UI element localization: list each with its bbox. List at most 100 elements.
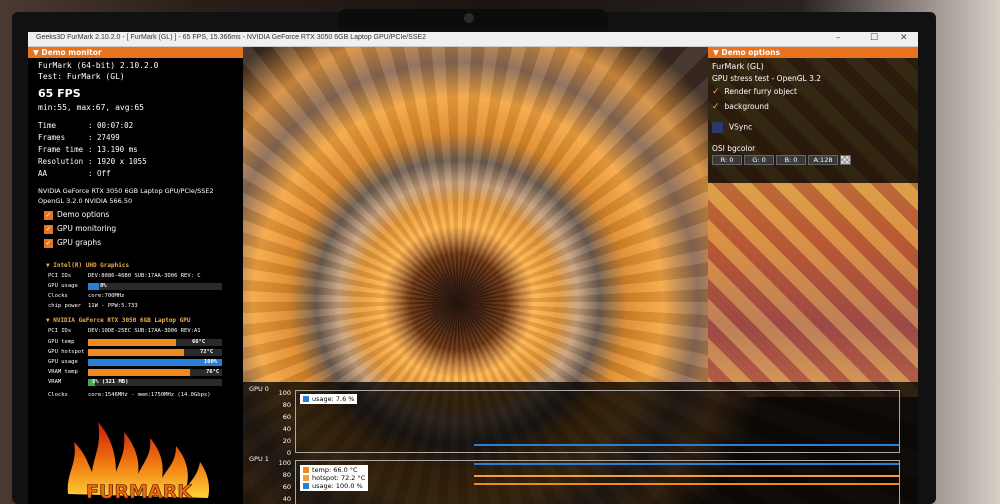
webcam-icon	[464, 13, 474, 23]
blue-input[interactable]: B: 0	[776, 155, 806, 165]
stat-value: : 1920 x 1055	[88, 157, 147, 166]
pci-value: DEV:10DE-25EC SUB:17AA-3D06 REV:A1	[88, 328, 201, 334]
legend-swatch	[303, 475, 309, 481]
usage-line	[474, 444, 899, 446]
stat-value: : Off	[88, 169, 111, 178]
bar-value: 100%	[204, 359, 218, 365]
clocks-label: Clocks	[48, 293, 68, 299]
pci-label: PCI IDs	[48, 328, 72, 334]
opengl-version: OpenGL 3.2.0 NVIDIA 566.50	[38, 197, 133, 205]
stat-label: Frame time	[38, 145, 84, 154]
demo-options-panel: ▼ Demo options FurMark (GL) GPU stress t…	[708, 47, 918, 382]
fps-stats: min:55, max:67, avg:65	[38, 103, 144, 112]
y-tick: 40	[282, 425, 291, 433]
gpu0-legend: usage: 7.6 %	[300, 394, 358, 404]
app-version: FurMark (64-bit) 2.10.2.0	[38, 61, 159, 70]
demo-monitor-header[interactable]: ▼ Demo monitor	[28, 47, 243, 58]
bar-value: 76°C	[206, 369, 220, 375]
gpu-usage-label: GPU usage	[48, 283, 78, 289]
bar-fill	[88, 359, 222, 366]
clocks-value: core:1546MHz - mem:1750MHz (14.0Gbps)	[88, 392, 211, 398]
nvidia-gpu-header[interactable]: ▼ NVIDIA GeForce RTX 3050 6GB Laptop GPU	[46, 317, 191, 324]
render-furry-checkbox[interactable]: ✓ Render furry object	[712, 87, 797, 97]
temp-line	[474, 483, 899, 485]
check-icon: ✓	[44, 224, 53, 234]
legend-swatch	[303, 483, 309, 489]
usage-line	[474, 463, 899, 465]
gpu-hotspot-bar: 72°C	[88, 349, 222, 356]
pci-label: PCI IDs	[48, 273, 72, 279]
gpu1-plot: temp: 66.0 °C hotspot: 72.2 °C usage: 10…	[295, 460, 900, 504]
gpu-usage-label: GPU usage	[48, 359, 78, 365]
gpu-name: NVIDIA GeForce RTX 3050 6GB Laptop GPU/P…	[38, 187, 214, 195]
close-button[interactable]: ✕	[900, 33, 908, 43]
gpu-temp-label: GPU temp	[48, 339, 75, 345]
gpu-graphs-checkbox[interactable]: ✓ GPU graphs	[44, 238, 101, 248]
alpha-input[interactable]: A:128	[808, 155, 838, 165]
stat-value: : 13.190 ms	[88, 145, 138, 154]
stat-label: Resolution	[38, 157, 84, 166]
demo-options-checkbox[interactable]: ✓ Demo options	[44, 210, 109, 220]
check-icon: ✓	[712, 102, 720, 112]
minimize-button[interactable]: –	[836, 33, 841, 43]
bar-value: 5% (321 MB)	[92, 379, 129, 385]
gpu-monitoring-checkbox[interactable]: ✓ GPU monitoring	[44, 224, 116, 234]
pci-value: DEV:8086-46B0 SUB:17AA-3D06 REV: C	[88, 273, 201, 279]
usage-value: 8%	[100, 283, 107, 289]
legend-swatch	[303, 396, 309, 402]
check-icon: ✓	[44, 210, 53, 220]
demo-name: FurMark (GL)	[712, 62, 764, 71]
window-title: Geeks3D FurMark 2.10.2.0 - [ FurMark (GL…	[36, 34, 427, 41]
gpu-temp-bar: 66°C	[88, 339, 222, 346]
legend-swatch	[303, 467, 309, 473]
vsync-checkbox[interactable]: VSync	[712, 122, 752, 133]
vram-label: VRAM	[48, 379, 62, 385]
gpu-usage-bar: 100%	[88, 359, 222, 366]
chip-power-label: chip power	[48, 303, 82, 309]
y-tick: 100	[278, 389, 291, 397]
gpu-graphs-panel: GPU 0 100 80 60 40 20 0 usage: 7.6 % GPU…	[243, 382, 918, 504]
green-input[interactable]: G: 0	[744, 155, 774, 165]
stat-label: Frames	[38, 133, 66, 142]
stat-value: : 00:07:02	[88, 121, 134, 130]
unchecked-box-icon	[712, 122, 723, 133]
bar-fill	[88, 369, 190, 376]
bar-value: 72°C	[200, 349, 214, 355]
demo-options-box: ▼ Demo options FurMark (GL) GPU stress t…	[708, 47, 918, 183]
gpu1-legend: temp: 66.0 °C hotspot: 72.2 °C usage: 10…	[300, 465, 369, 491]
bar-value: 66°C	[192, 339, 206, 345]
y-tick: 60	[282, 413, 291, 421]
demo-options-header[interactable]: ▼ Demo options	[708, 47, 918, 58]
intel-gpu-header[interactable]: ▼ Intel(R) UHD Graphics	[46, 262, 129, 269]
vram-bar: 5% (321 MB)	[88, 379, 222, 386]
maximize-button[interactable]: ☐	[870, 33, 878, 43]
bgcolor-label: OSI bgcolor	[712, 144, 756, 153]
vram-temp-bar: 76°C	[88, 369, 222, 376]
stat-label: Time	[38, 121, 57, 130]
stat-label: AA	[38, 169, 48, 178]
furmark-logo: FURMARK	[67, 422, 210, 503]
fps-value: 65 FPS	[38, 87, 81, 100]
check-icon: ✓	[44, 238, 53, 248]
color-swatch[interactable]	[840, 155, 851, 165]
stat-value: : 27499	[88, 133, 120, 142]
usage-fill	[88, 283, 99, 290]
bar-fill	[88, 349, 185, 356]
y-tick: 60	[282, 483, 291, 491]
hotspot-line	[474, 475, 899, 477]
chip-power-value: 11W - PPW:5.733	[88, 303, 138, 309]
y-tick: 100	[278, 459, 291, 467]
y-tick: 80	[282, 401, 291, 409]
intel-usage-bar: 8%	[88, 283, 222, 290]
vram-temp-label: VRAM temp	[48, 369, 78, 375]
clocks-label: Clocks	[48, 392, 68, 398]
check-icon: ✓	[712, 87, 720, 97]
background-checkbox[interactable]: ✓ background	[712, 102, 769, 112]
y-tick: 80	[282, 471, 291, 479]
clocks-value: core:700MHz	[88, 293, 125, 299]
bar-fill	[88, 339, 177, 346]
gpu-hotspot-label: GPU hotspot	[48, 349, 85, 355]
red-input[interactable]: R: 0	[712, 155, 742, 165]
gpu0-graph-label: GPU 0	[249, 385, 269, 393]
y-tick: 0	[286, 449, 291, 457]
